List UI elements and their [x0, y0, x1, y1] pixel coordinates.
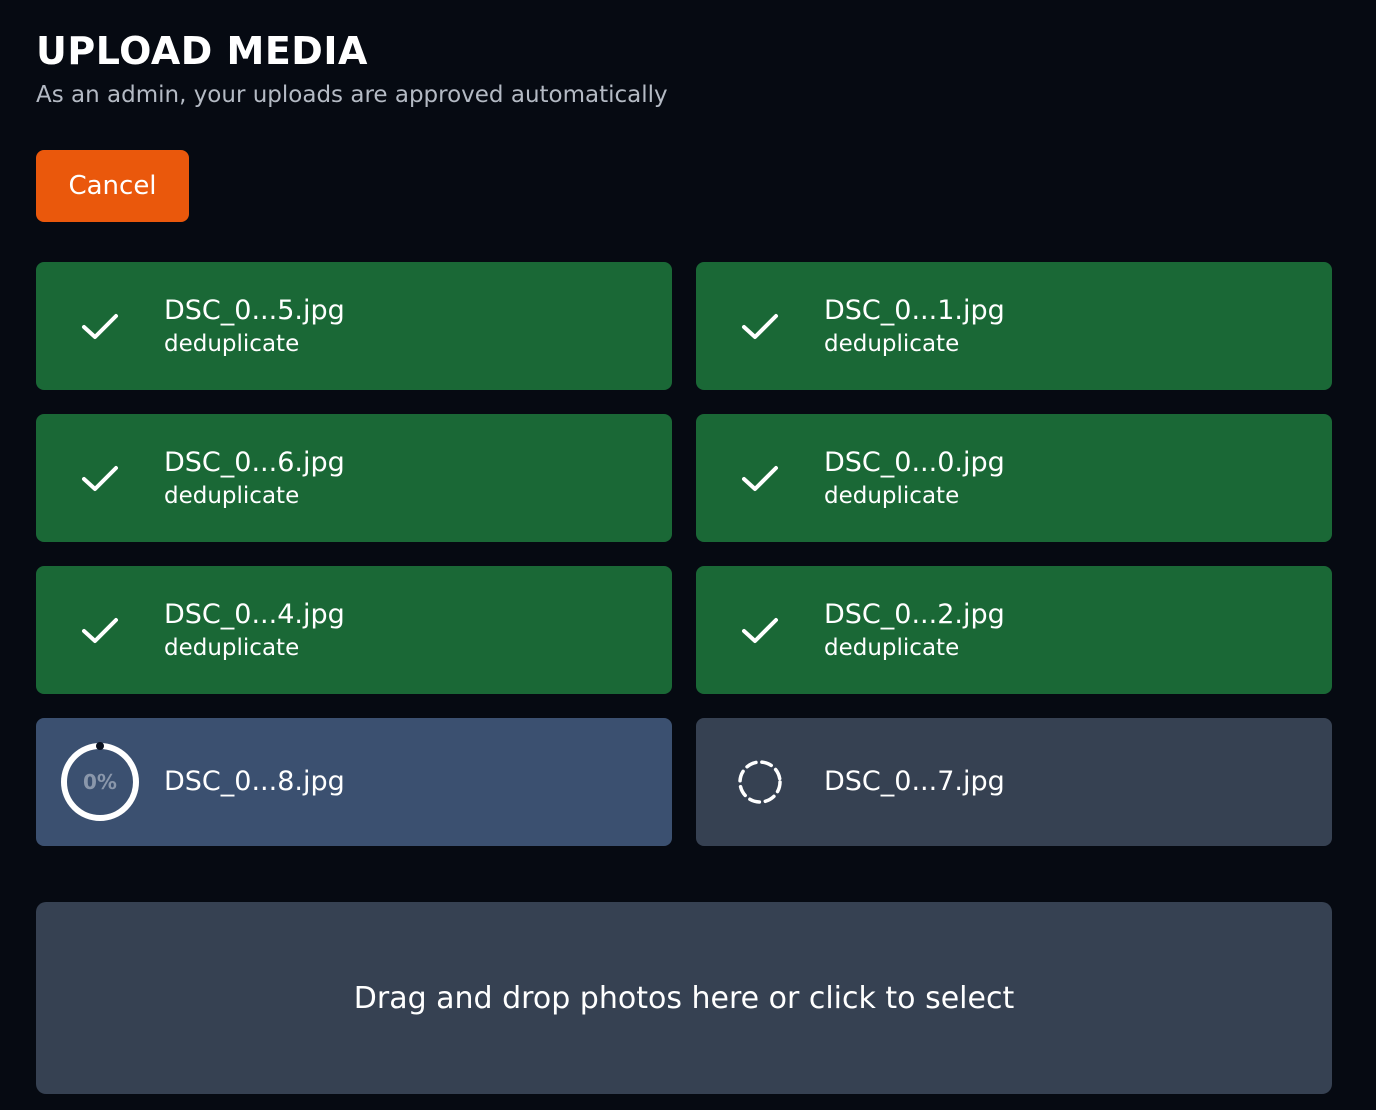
check-icon: [720, 590, 800, 670]
file-name: DSC_0...1.jpg: [824, 294, 1005, 326]
check-icon: [60, 286, 140, 366]
upload-item: DSC_0...2.jpg deduplicate: [696, 566, 1332, 694]
file-name: DSC_0...6.jpg: [164, 446, 345, 478]
check-icon: [60, 438, 140, 518]
file-status: deduplicate: [824, 330, 960, 357]
upload-item: DSC_0...4.jpg deduplicate: [36, 566, 672, 694]
progress-percent: 0%: [83, 770, 117, 794]
file-status: deduplicate: [164, 634, 300, 661]
upload-item-pending: DSC_0...7.jpg: [696, 718, 1332, 846]
file-status: deduplicate: [164, 330, 300, 357]
upload-item-in-progress: 0% DSC_0...8.jpg: [36, 718, 672, 846]
progress-ring-icon: 0%: [60, 742, 140, 822]
file-status: deduplicate: [164, 482, 300, 509]
upload-item: DSC_0...1.jpg deduplicate: [696, 262, 1332, 390]
file-name: DSC_0...4.jpg: [164, 598, 345, 630]
file-name: DSC_0...7.jpg: [824, 766, 1005, 797]
upload-list: DSC_0...5.jpg deduplicate DSC_0...1.jpg …: [36, 262, 1332, 846]
file-name: DSC_0...2.jpg: [824, 598, 1005, 630]
cancel-button[interactable]: Cancel: [36, 150, 189, 222]
dashed-circle-icon: [720, 742, 800, 822]
file-name: DSC_0...0.jpg: [824, 446, 1005, 478]
dropzone-label: Drag and drop photos here or click to se…: [353, 980, 1015, 1016]
check-icon: [60, 590, 140, 670]
dropzone[interactable]: Drag and drop photos here or click to se…: [36, 902, 1332, 1094]
file-name: DSC_0...8.jpg: [164, 766, 345, 797]
file-status: deduplicate: [824, 634, 960, 661]
file-status: deduplicate: [824, 482, 960, 509]
upload-item: DSC_0...6.jpg deduplicate: [36, 414, 672, 542]
page-title: UPLOAD MEDIA: [36, 29, 368, 73]
file-name: DSC_0...5.jpg: [164, 294, 345, 326]
upload-item: DSC_0...0.jpg deduplicate: [696, 414, 1332, 542]
check-icon: [720, 438, 800, 518]
check-icon: [720, 286, 800, 366]
upload-item: DSC_0...5.jpg deduplicate: [36, 262, 672, 390]
page-subtitle: As an admin, your uploads are approved a…: [36, 82, 668, 108]
